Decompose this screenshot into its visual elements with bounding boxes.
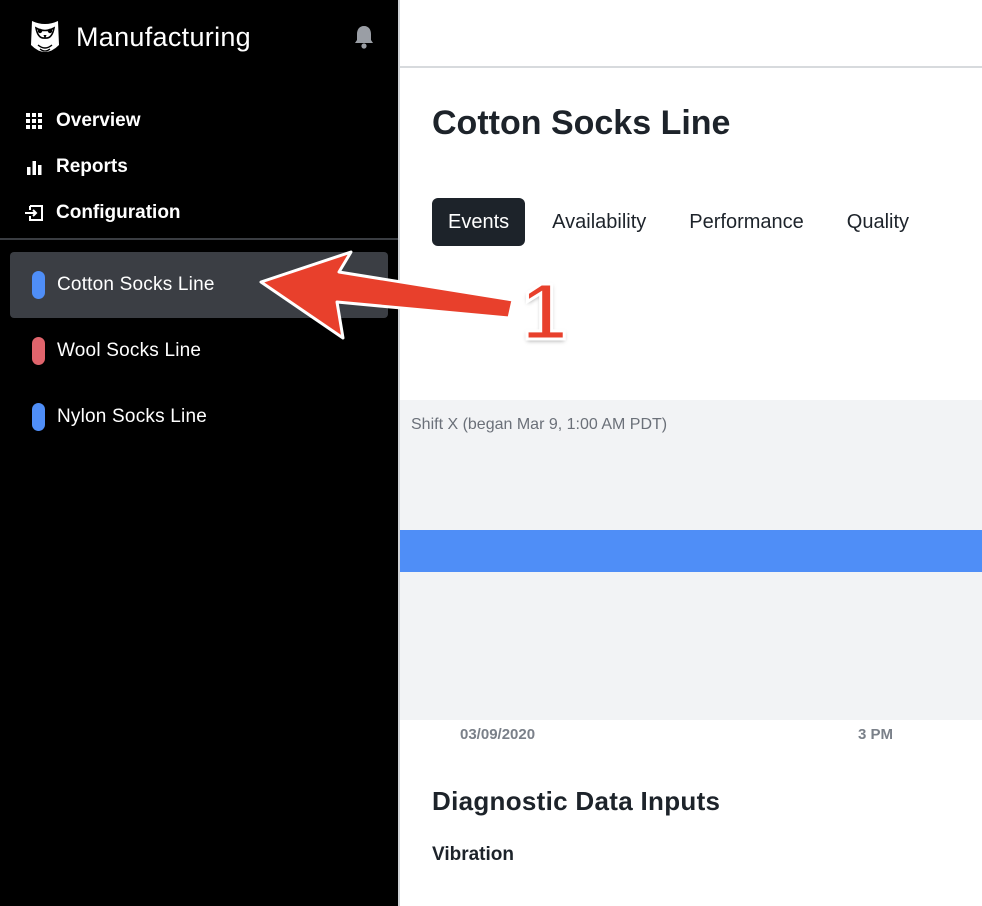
nav-label-configuration: Configuration xyxy=(56,202,181,223)
timeline-axis-label-date: 03/09/2020 xyxy=(460,726,536,743)
bell-icon[interactable] xyxy=(352,24,376,50)
nav-label-overview: Overview xyxy=(56,110,141,131)
tab-bar: Events Availability Performance Quality xyxy=(432,198,909,246)
bar-chart-icon xyxy=(24,157,44,177)
line-status-pill xyxy=(32,271,45,299)
events-timeline[interactable]: Shift X (began Mar 9, 1:00 AM PDT) xyxy=(400,400,982,720)
line-status-pill xyxy=(32,403,45,431)
line-status-pill xyxy=(32,337,45,365)
tab-availability[interactable]: Availability xyxy=(552,198,646,246)
brand[interactable]: Manufacturing xyxy=(28,14,251,60)
header-divider xyxy=(400,66,982,68)
timeline-axis-label-time: 3 PM xyxy=(858,726,894,743)
app-title: Manufacturing xyxy=(76,21,251,52)
nav-item-reports[interactable]: Reports xyxy=(24,144,181,190)
nav-item-configuration[interactable]: Configuration xyxy=(24,190,181,236)
tab-events[interactable]: Events xyxy=(432,198,526,246)
grid-icon xyxy=(24,111,44,131)
line-label-wool-socks: Wool Socks Line xyxy=(57,340,202,361)
tab-performance[interactable]: Performance xyxy=(689,198,804,246)
line-item-nylon-socks[interactable]: Nylon Socks Line xyxy=(10,384,388,450)
main-nav: Overview Reports Configuration xyxy=(24,98,181,236)
line-label-nylon-socks: Nylon Socks Line xyxy=(57,406,207,427)
sidebar-divider xyxy=(0,238,398,240)
nav-label-reports: Reports xyxy=(56,156,128,177)
line-label-cotton-socks: Cotton Socks Line xyxy=(57,274,215,295)
page-title: Cotton Socks Line xyxy=(432,104,731,142)
section-title: Diagnostic Data Inputs xyxy=(432,786,721,816)
owl-logo-icon xyxy=(31,21,59,52)
sidebar: Manufacturing Overview Reports Configura… xyxy=(0,0,398,906)
annotation-arrow xyxy=(259,250,515,340)
tab-quality[interactable]: Quality xyxy=(847,198,909,246)
shift-label: Shift X (began Mar 9, 1:00 AM PDT) xyxy=(411,416,668,433)
nav-item-overview[interactable]: Overview xyxy=(24,98,181,144)
annotation-number: 1 xyxy=(521,267,568,356)
input-icon xyxy=(24,203,44,223)
event-bar[interactable] xyxy=(400,530,982,572)
vibration-subtitle: Vibration xyxy=(432,844,514,865)
